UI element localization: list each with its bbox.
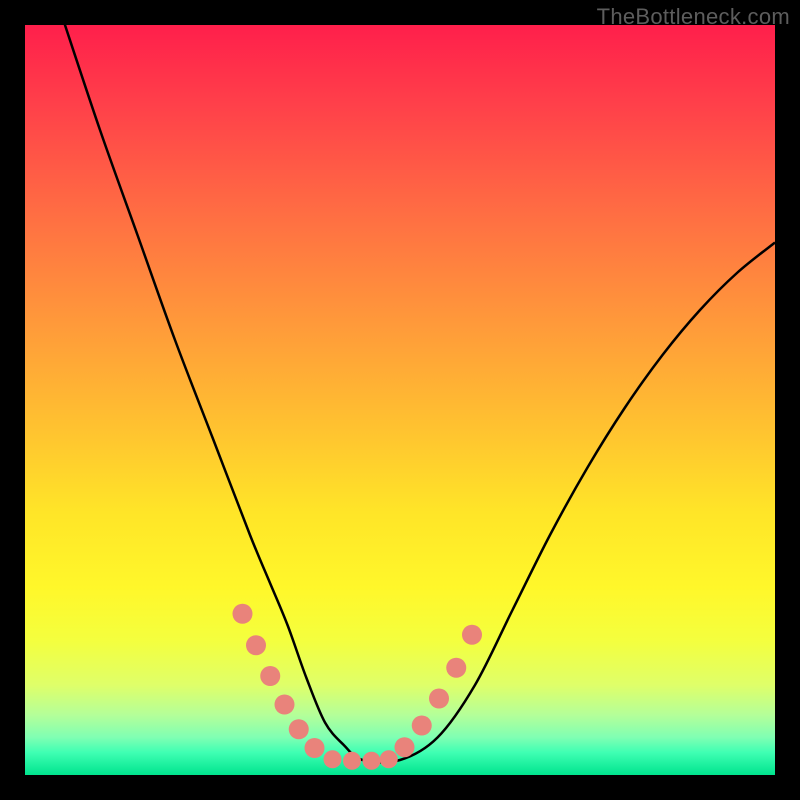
marker-dot xyxy=(246,635,266,655)
marker-dot xyxy=(260,666,280,686)
marker-dot xyxy=(324,750,342,768)
marker-dots xyxy=(233,604,483,770)
marker-dot xyxy=(305,738,325,758)
marker-dot xyxy=(395,737,415,757)
marker-dot xyxy=(462,625,482,645)
marker-dot xyxy=(412,716,432,736)
bottleneck-curve xyxy=(63,25,776,762)
marker-dot xyxy=(380,750,398,768)
marker-dot xyxy=(429,689,449,709)
chart-canvas: TheBottleneck.com xyxy=(0,0,800,800)
marker-dot xyxy=(446,658,466,678)
watermark-text: TheBottleneck.com xyxy=(597,4,790,30)
marker-dot xyxy=(233,604,253,624)
marker-dot xyxy=(275,695,295,715)
plot-area xyxy=(25,25,775,775)
marker-dot xyxy=(289,719,309,739)
marker-dot xyxy=(363,752,381,770)
curve-layer xyxy=(25,25,775,775)
marker-dot xyxy=(343,752,361,770)
